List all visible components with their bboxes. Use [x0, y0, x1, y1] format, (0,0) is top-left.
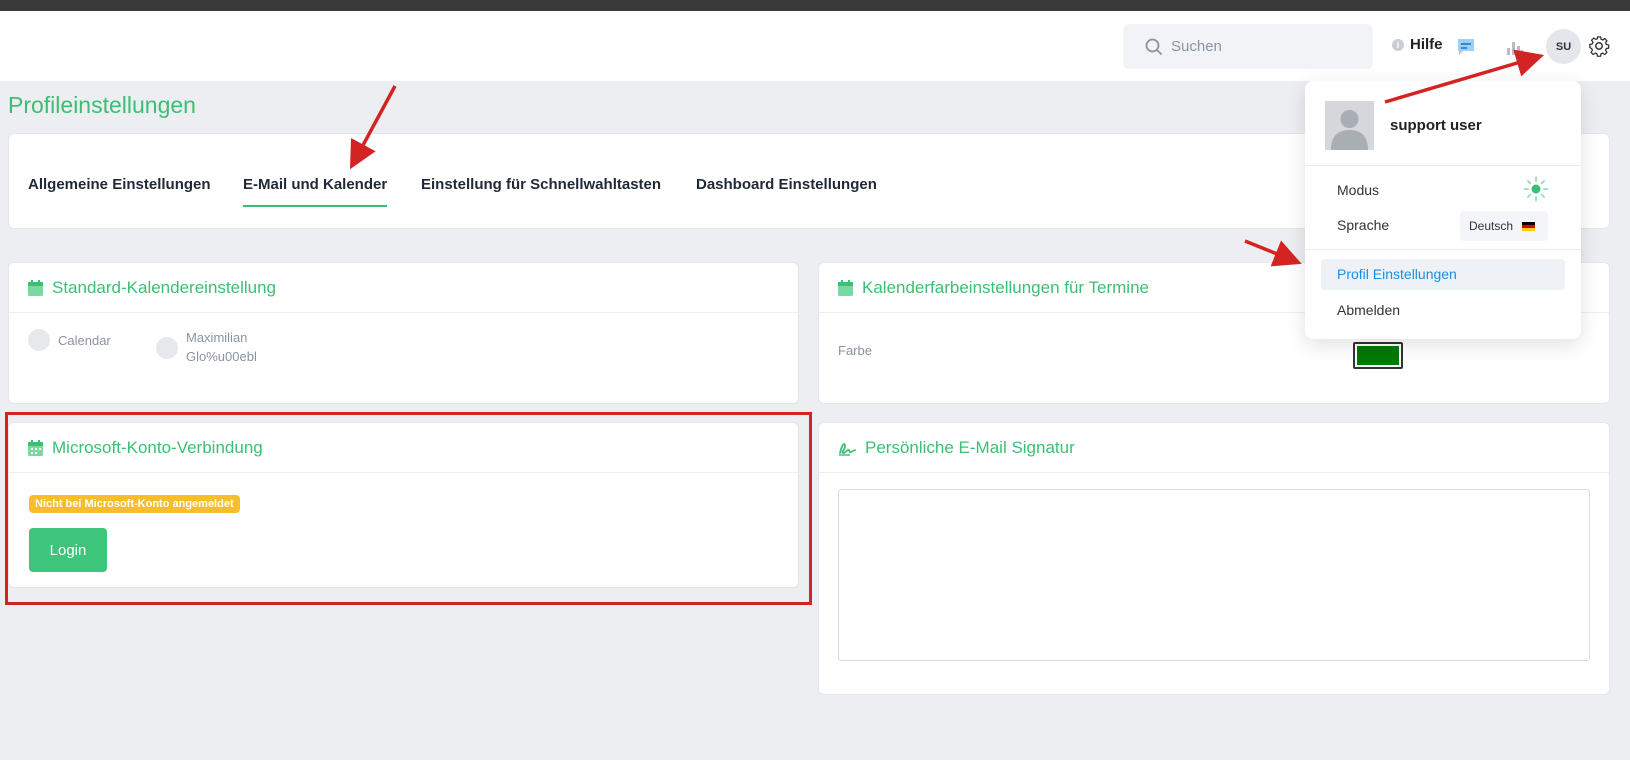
menu-item-logout[interactable]: Abmelden: [1337, 302, 1400, 318]
search-placeholder: Suchen: [1171, 38, 1222, 55]
tab-email-und-kalender[interactable]: E-Mail und Kalender: [243, 176, 388, 207]
divider: [1305, 249, 1581, 250]
bar-chart-icon[interactable]: [1506, 39, 1524, 55]
calendar-option-calendar[interactable]: Calendar: [28, 329, 111, 351]
search-icon: [1145, 38, 1163, 55]
user-name: support user: [1390, 117, 1482, 134]
calendar-icon: [838, 279, 853, 296]
card-title: Standard-Kalendereinstellung: [52, 277, 276, 297]
user-avatar-button[interactable]: SU: [1546, 29, 1581, 64]
card-title: Kalenderfarbeinstellungen für Termine: [862, 277, 1149, 297]
calendar-option-maximilian[interactable]: Maximilian Glo%u00ebl: [156, 328, 257, 366]
option-label-line2: Glo%u00ebl: [186, 349, 257, 364]
info-icon: i: [1392, 38, 1404, 51]
help-link[interactable]: i Hilfe: [1392, 36, 1443, 53]
radio-button[interactable]: [28, 329, 50, 351]
signature-editor[interactable]: [838, 489, 1590, 661]
email-signature-card: Persönliche E-Mail Signatur: [818, 422, 1610, 695]
divider: [1305, 165, 1581, 166]
sun-icon[interactable]: [1523, 176, 1549, 202]
user-menu-dropdown: support user Modus Sprache Deutsch Profi…: [1305, 81, 1581, 339]
tab-schnellwahltasten[interactable]: Einstellung für Schnellwahltasten: [421, 176, 661, 193]
option-label: Calendar: [58, 333, 111, 348]
signature-icon: [839, 442, 856, 456]
chat-icon[interactable]: [1456, 37, 1476, 57]
color-field-label: Farbe: [838, 343, 872, 358]
german-flag-icon: [1522, 221, 1536, 231]
calendar-settings-card: Standard-Kalendereinstellung Calendar Ma…: [8, 262, 799, 404]
tab-dashboard-einstellungen[interactable]: Dashboard Einstellungen: [696, 176, 877, 193]
card-header: Standard-Kalendereinstellung: [9, 263, 798, 313]
tab-allgemeine-einstellungen[interactable]: Allgemeine Einstellungen: [28, 176, 211, 193]
gear-icon[interactable]: [1588, 35, 1610, 57]
color-swatch-fill: [1357, 346, 1399, 365]
card-header: Persönliche E-Mail Signatur: [819, 423, 1609, 473]
annotation-highlight-box: [5, 412, 812, 605]
language-value: Deutsch: [1469, 219, 1514, 233]
arrow-to-profile-settings: [1244, 239, 1302, 267]
top-header: Suchen i Hilfe SU: [0, 11, 1630, 81]
help-label: Hilfe: [1410, 36, 1443, 53]
search-input[interactable]: Suchen: [1123, 24, 1373, 69]
language-select[interactable]: Deutsch: [1460, 211, 1548, 241]
calendar-icon: [28, 279, 43, 296]
language-label: Sprache: [1337, 217, 1390, 233]
user-avatar: [1325, 101, 1374, 150]
user-silhouette-icon: [1325, 101, 1374, 150]
option-label: Maximilian: [186, 330, 248, 345]
menu-item-label: Profil Einstellungen: [1337, 266, 1457, 282]
card-title: Persönliche E-Mail Signatur: [865, 437, 1075, 457]
window-top-strip: [0, 0, 1630, 11]
mode-label: Modus: [1337, 182, 1380, 198]
page-title: Profileinstellungen: [8, 92, 196, 118]
color-picker[interactable]: [1353, 342, 1403, 369]
radio-button[interactable]: [156, 337, 178, 359]
menu-item-profile-settings[interactable]: Profil Einstellungen: [1321, 259, 1565, 290]
